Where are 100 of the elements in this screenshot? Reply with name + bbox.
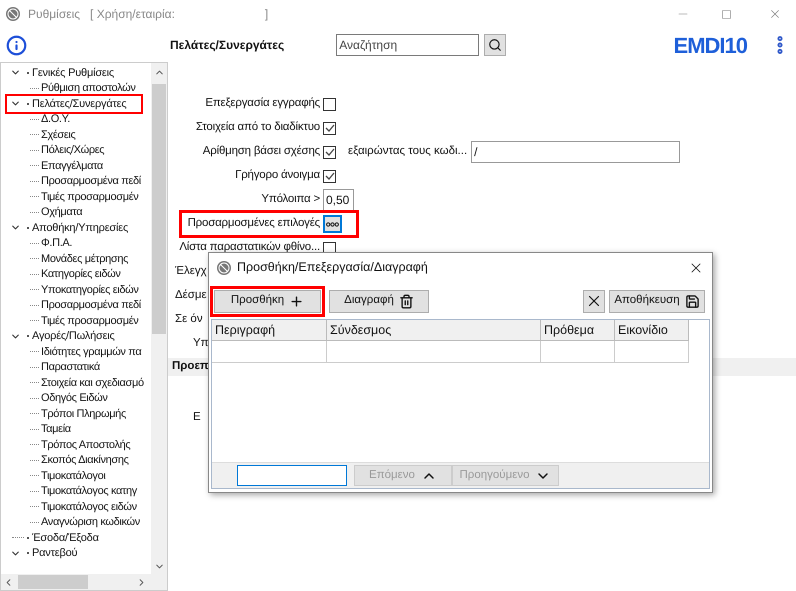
tree-item[interactable]: Δ.Ο.Υ. [41,112,70,126]
exclude-codes-field[interactable]: / [471,141,680,163]
tree-item[interactable]: Πόλεις/Χώρες [41,143,104,158]
tree-connector [30,351,39,352]
dialog-title: Προσθήκη/Επεξεργασία/Διαγραφή [237,259,428,276]
scroll-thumb[interactable] [152,84,166,334]
tree-connector [30,212,39,213]
search-field[interactable]: Αναζήτηση [336,34,480,56]
tree-item[interactable]: Αγορές/Πωλήσεις [32,329,115,344]
tree-item[interactable]: Επαγγέλματα [41,158,103,173]
checkbox[interactable] [323,122,336,134]
tree-connector [30,258,39,260]
field-label: Σε όν [175,312,203,328]
window-title: Ρυθμίσεις [28,6,80,23]
check-icon [324,147,334,157]
table-cell[interactable] [327,341,541,363]
field-label: Έλεγχ [175,264,207,280]
tree-item[interactable]: Προσαρμοσμένα πεδί [41,298,141,312]
tree-connector [30,366,39,368]
checkbox[interactable] [323,98,336,110]
search-button[interactable] [484,34,506,56]
search-field[interactable] [237,465,347,486]
tree-connector [27,552,29,554]
tree-connector [30,522,39,523]
tree-item[interactable]: Ραντεβού [32,546,78,560]
maximize-icon[interactable] [721,8,732,20]
tree-connector [30,398,39,399]
tree-item[interactable]: Φ.Π.Α. [41,236,72,250]
tree-item[interactable]: Ιδιότητες γραμμών πα [41,344,142,359]
dots-icon [326,222,339,226]
tree-connector [30,490,39,492]
tree-connector [27,72,29,74]
field-label: εξαιρώντας τους κωδι... [348,144,468,160]
tree-item[interactable]: Υποκατηγορίες ειδών [41,282,139,297]
tree-connector [30,242,39,244]
trash-icon [398,294,414,308]
table-cell[interactable] [615,341,689,363]
tree-item[interactable]: Ταμεία [41,422,71,436]
table-cell[interactable] [541,341,615,363]
tree-connector [30,506,39,508]
tree-item[interactable]: Τιμοκατάλογοι [41,468,106,483]
tree-connector [27,102,29,105]
delete-button[interactable]: Διαγραφή [329,290,429,312]
field-label: Δέσμε [175,288,207,304]
tree-item[interactable]: Κατηγορίες ειδών [41,267,121,282]
field-label: Ε [193,410,201,426]
tree-item[interactable]: Αποθήκη/Υπηρεσίες [32,220,128,235]
tree-item[interactable]: Τιμές προσαρμοσμέν [41,190,138,204]
check-icon [324,123,334,133]
field-label: Προσαρμοσμένες επιλογές [188,216,320,232]
horizontal-scrollbar[interactable] [1,574,167,590]
tree-item[interactable]: Γενικές Ρυθμίσεις [32,66,114,80]
tree-connector [30,150,39,151]
tree-item[interactable]: Παραστατικά [41,360,100,374]
tree-connector [30,88,39,89]
vertical-scrollbar[interactable] [151,63,167,574]
company-label: [ Χρήση/εταιρία: [90,6,175,23]
tree-item[interactable]: Σκοπός Διακίνησης [41,453,129,468]
tree-connector [30,413,39,414]
number-field[interactable]: 0,50 [323,189,354,211]
tree-connector [27,226,29,229]
scroll-thumb[interactable] [18,575,88,589]
tree-item[interactable]: Πελάτες/Συνεργάτες [32,96,126,111]
checkbox[interactable] [323,170,336,182]
tree-connector [30,320,39,322]
tree-item[interactable]: Έσοδα/Έξοδα [32,530,99,545]
info-icon[interactable] [6,34,27,56]
tree-item[interactable]: Τρόπος Αποστολής [41,438,130,452]
tree-connector [30,304,39,306]
tree-item[interactable]: Μονάδες μέτρησης [41,252,128,266]
table-cell[interactable] [212,341,327,363]
column-header: Εικονίδιο [615,320,689,341]
cancel-button[interactable] [583,290,605,312]
column-header: Περιγραφή [212,320,327,341]
tree-item[interactable]: Τιμοκατάλογος ειδών [41,500,137,514]
tree-item[interactable]: Σχέσεις [41,128,76,142]
tree-connector [30,289,39,290]
tree-item[interactable]: Αναγνώριση κωδικών [41,515,140,530]
tree-item[interactable]: Τιμές προσαρμοσμέν [41,314,138,328]
save-button[interactable]: Αποθήκευση [609,290,705,312]
field-label: Αρίθμηση βάσει σχέσης [202,144,320,160]
tree-item[interactable]: Τρόποι Πληρωμής [41,406,126,421]
tree-item[interactable]: Προσαρμοσμένα πεδί [41,174,141,188]
field-label: Επεξεργασία εγγραφής [205,96,320,112]
tree-connector [30,444,39,446]
check-icon [324,171,334,181]
app-icon [217,260,231,274]
tree-item[interactable]: Τιμοκατάλογος κατηγ [41,484,137,498]
tree-connector [30,118,39,120]
add-button[interactable]: Προσθήκη [214,290,321,312]
options-button[interactable] [323,215,342,233]
tree-item[interactable]: Στοιχεία και σχεδιασμό [41,376,144,390]
tree-item[interactable]: Οδηγός Ειδών [41,391,108,406]
tree-connector [27,536,29,539]
tree-item[interactable]: Ρύθμιση αποστολών [41,81,136,96]
field-label: Στοιχεία από το διαδίκτυο [196,120,320,136]
tree-item[interactable]: Οχήματα [41,205,82,220]
column-header: Πρόθεμα [541,320,615,341]
tree-connector [30,165,39,166]
checkbox[interactable] [323,146,336,158]
